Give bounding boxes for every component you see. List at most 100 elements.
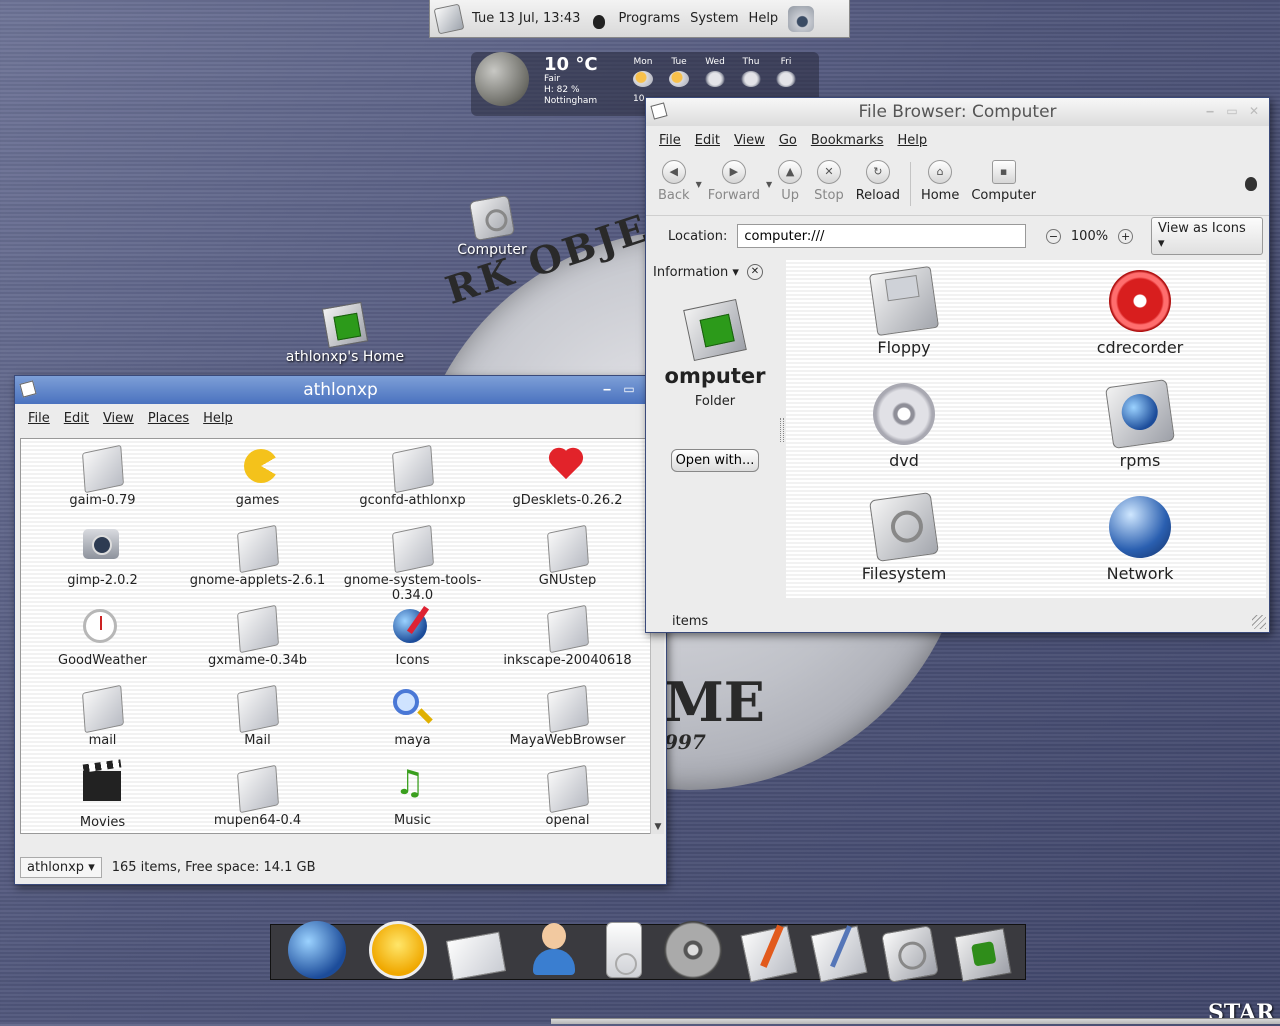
window-menu-icon[interactable] bbox=[650, 102, 668, 120]
computer-button[interactable]: ▪ Computer bbox=[965, 158, 1042, 205]
menu-help[interactable]: Help bbox=[892, 131, 932, 150]
menu-places[interactable]: Places bbox=[143, 409, 194, 428]
up-button[interactable]: ▲ Up bbox=[772, 158, 808, 205]
web-browser-icon[interactable] bbox=[288, 921, 347, 979]
menu-view[interactable]: View bbox=[729, 131, 770, 150]
gnome-foot-icon[interactable] bbox=[590, 9, 608, 29]
drive-item[interactable]: cdrecorder bbox=[1022, 266, 1258, 379]
file-item[interactable]: Icons bbox=[335, 603, 490, 683]
mail-envelope-icon[interactable] bbox=[445, 931, 507, 981]
drive-item[interactable]: Filesystem bbox=[786, 491, 1022, 605]
file-item[interactable]: maya bbox=[335, 683, 490, 763]
menu-file[interactable]: File bbox=[654, 131, 686, 150]
file-item[interactable]: gxmame-0.34b bbox=[180, 603, 335, 683]
screenshot-camera-icon[interactable] bbox=[788, 5, 815, 32]
bottom-taskbar[interactable] bbox=[551, 1018, 1280, 1024]
text-editor-icon[interactable] bbox=[810, 925, 868, 983]
window-title: File Browser: Computer bbox=[858, 102, 1057, 122]
window-resize-grip[interactable] bbox=[1252, 615, 1266, 629]
file-browser-titlebar[interactable]: File Browser: Computer ‒ ▭ ✕ bbox=[646, 98, 1269, 126]
window-menu-icon[interactable] bbox=[19, 380, 37, 398]
minimize-icon[interactable]: ‒ bbox=[598, 380, 616, 398]
menu-bookmarks[interactable]: Bookmarks bbox=[806, 131, 889, 150]
menu-edit[interactable]: Edit bbox=[690, 131, 725, 150]
forecast-day: Thu bbox=[736, 57, 766, 87]
stop-button[interactable]: ✕ Stop bbox=[808, 158, 850, 205]
location-input[interactable] bbox=[737, 224, 1026, 248]
file-item[interactable]: gconfd-athlonxp bbox=[335, 443, 490, 523]
back-button[interactable]: ◀ Back bbox=[652, 158, 696, 205]
file-item-label: maya bbox=[394, 733, 431, 748]
file-item[interactable]: GNUstep bbox=[490, 523, 645, 603]
maximize-icon[interactable]: ▭ bbox=[1223, 102, 1241, 120]
instant-messenger-icon[interactable] bbox=[368, 921, 427, 979]
file-item[interactable]: openal bbox=[490, 763, 645, 833]
athlonxp-titlebar[interactable]: athlonxp ‒ ▭ ✕ bbox=[15, 376, 666, 404]
download-drive-icon[interactable] bbox=[881, 924, 940, 983]
folder-icon bbox=[546, 604, 589, 654]
file-item[interactable]: Music bbox=[335, 763, 490, 833]
file-item[interactable]: gaim-0.79 bbox=[25, 443, 180, 523]
athlonxp-icon-view[interactable]: gaim-0.79 games gconfd-athlonxp gDesklets-0… bbox=[20, 438, 663, 834]
file-item[interactable]: mail bbox=[25, 683, 180, 763]
close-icon[interactable]: ✕ bbox=[1245, 102, 1263, 120]
forecast-day-name: Fri bbox=[780, 57, 792, 67]
file-item[interactable]: MayaWebBrowser bbox=[490, 683, 645, 763]
user-account-icon[interactable] bbox=[525, 921, 583, 979]
film-reel-icon[interactable] bbox=[664, 921, 723, 979]
clock-applet-icon[interactable] bbox=[433, 3, 465, 34]
music-player-icon[interactable] bbox=[605, 922, 642, 978]
menu-view[interactable]: View bbox=[98, 409, 139, 428]
panel-menu-system[interactable]: System bbox=[690, 11, 738, 26]
file-browser-toolbar: ◀ Back ▼ ▶ Forward ▼ ▲ Up ✕ Stop ↻ Reload ⌂ Ho… bbox=[646, 154, 1269, 216]
computer-icon-view[interactable]: Floppy cdrecorder dvd rpms Filesystem Network bbox=[786, 260, 1266, 598]
home-button[interactable]: ⌂ Home bbox=[915, 158, 965, 205]
view-as-value: View as Icons bbox=[1158, 221, 1246, 236]
file-item-label: Mail bbox=[244, 733, 271, 748]
file-item[interactable]: gDesklets-0.26.2 bbox=[490, 443, 645, 523]
side-pane-selector[interactable]: Information ▾ bbox=[653, 265, 739, 280]
menu-file[interactable]: File bbox=[23, 409, 55, 428]
file-item[interactable]: Mail bbox=[180, 683, 335, 763]
panel-menu-help[interactable]: Help bbox=[749, 11, 779, 26]
file-item[interactable]: gimp-2.0.2 bbox=[25, 523, 180, 603]
panel-clock[interactable]: Tue 13 Jul, 13:43 bbox=[472, 11, 580, 26]
zoom-in-icon[interactable]: + bbox=[1118, 228, 1134, 244]
drive-item[interactable]: Network bbox=[1022, 492, 1258, 605]
pane-resize-handle[interactable] bbox=[780, 418, 784, 442]
file-item[interactable]: gnome-system-tools-0.34.0 bbox=[335, 523, 490, 603]
file-item[interactable]: Movies bbox=[25, 763, 180, 833]
drive-item[interactable]: dvd bbox=[786, 379, 1022, 492]
desktop-icon-computer[interactable]: Computer bbox=[452, 194, 532, 258]
open-with-button[interactable]: Open with... bbox=[670, 449, 760, 472]
view-as-dropdown[interactable]: View as Icons ▾ bbox=[1151, 217, 1263, 255]
drive-item[interactable]: Floppy bbox=[786, 265, 1022, 379]
reload-icon: ↻ bbox=[865, 160, 890, 184]
clock-icon bbox=[82, 609, 123, 649]
cloud-icon bbox=[705, 71, 725, 87]
weather-humidity: H: 82 % bbox=[544, 85, 580, 95]
zoom-out-icon[interactable]: − bbox=[1045, 228, 1061, 244]
menu-edit[interactable]: Edit bbox=[59, 409, 94, 428]
minimize-icon[interactable]: ‒ bbox=[1201, 102, 1219, 120]
file-item[interactable]: GoodWeather bbox=[25, 603, 180, 683]
panel-menu-programs[interactable]: Programs bbox=[618, 11, 680, 26]
reload-button[interactable]: ↻ Reload bbox=[850, 158, 906, 205]
menu-go[interactable]: Go bbox=[774, 131, 802, 150]
desktop-icon-home[interactable]: athlonxp's Home bbox=[280, 301, 410, 365]
folder-icon bbox=[391, 524, 434, 574]
place-dropdown[interactable]: athlonxp ▾ bbox=[20, 856, 102, 878]
drive-item[interactable]: rpms bbox=[1022, 378, 1258, 492]
file-item[interactable]: inkscape-20040618 bbox=[490, 603, 645, 683]
nvidia-settings-icon[interactable] bbox=[954, 927, 1012, 982]
file-item[interactable]: games bbox=[180, 443, 335, 523]
forward-button[interactable]: ▶ Forward bbox=[702, 158, 766, 205]
menu-help[interactable]: Help bbox=[198, 409, 238, 428]
file-item[interactable]: gnome-applets-2.6.1 bbox=[180, 523, 335, 603]
maximize-icon[interactable]: ▭ bbox=[620, 380, 638, 398]
file-item[interactable]: mupen64-0.4 bbox=[180, 763, 335, 833]
drawing-app-icon[interactable] bbox=[740, 925, 797, 983]
zoom-level[interactable]: 100% bbox=[1071, 229, 1108, 244]
scroll-down-icon[interactable]: ▼ bbox=[651, 820, 665, 834]
side-pane-close-icon[interactable]: ✕ bbox=[746, 264, 763, 280]
